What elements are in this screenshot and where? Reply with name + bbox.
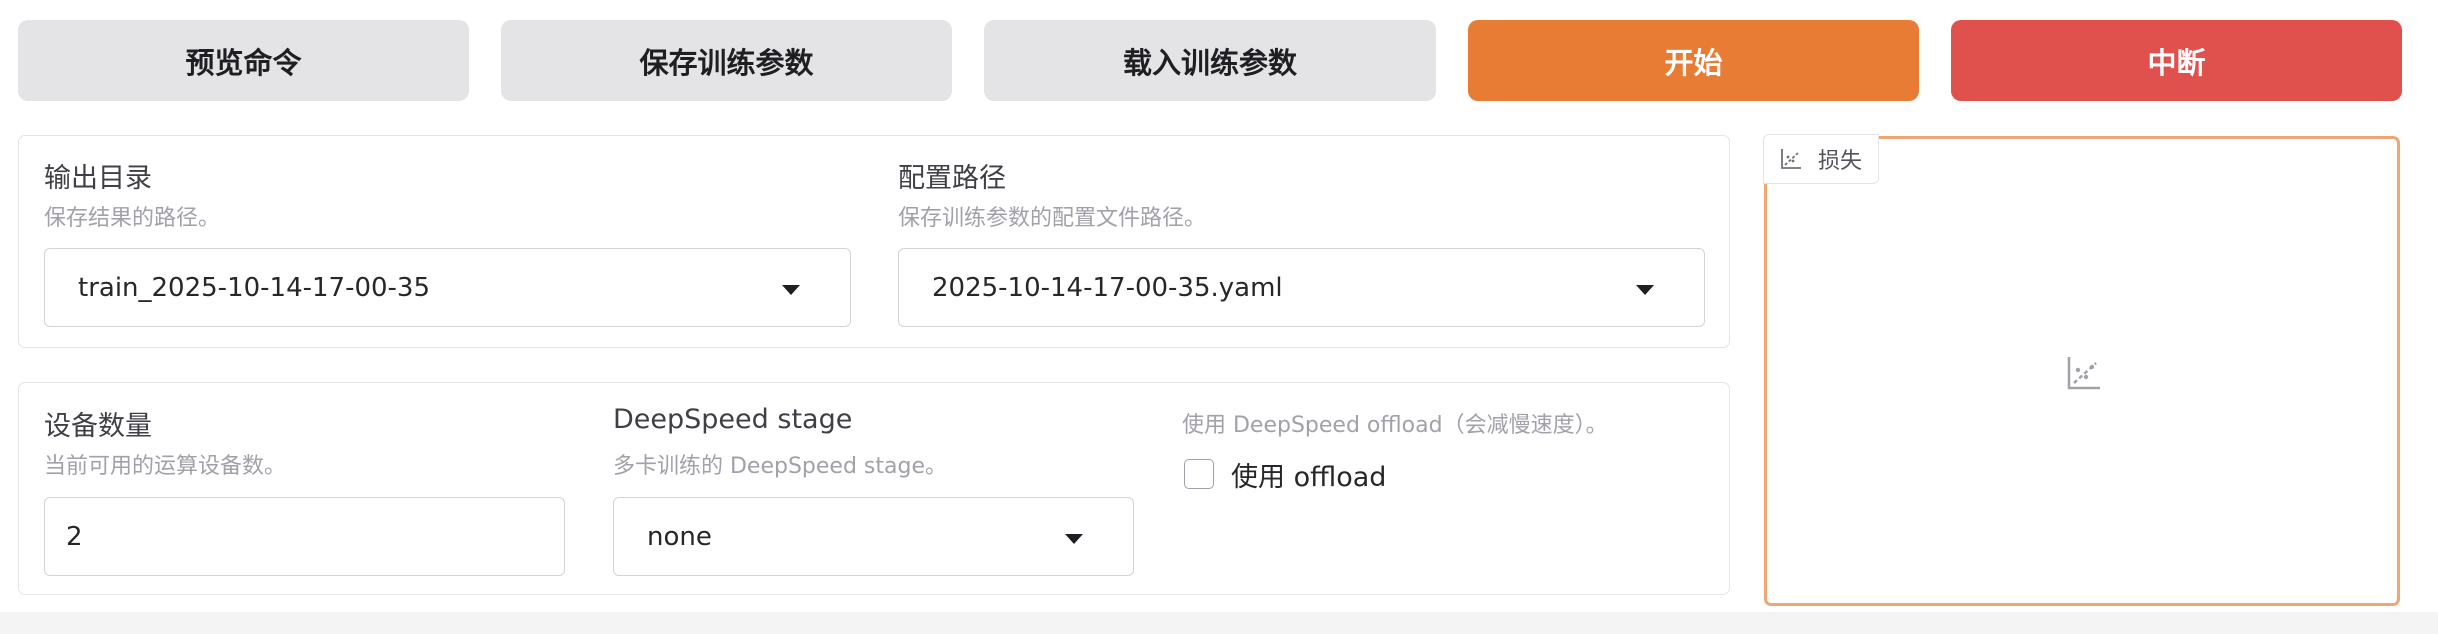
device-settings-panel: 设备数量 当前可用的运算设备数。 2 DeepSpeed stage 多卡训练的…	[18, 382, 1730, 595]
config-path-value: 2025-10-14-17-00-35.yaml	[932, 272, 1283, 303]
start-button[interactable]: 开始	[1468, 20, 1919, 101]
config-path-label: 配置路径	[898, 163, 1006, 194]
chevron-down-icon[interactable]	[1636, 284, 1654, 295]
bottom-strip	[0, 612, 2438, 634]
ds-offload-checkbox[interactable]	[1184, 459, 1214, 489]
output-dir-label: 输出目录	[44, 163, 152, 194]
device-count-info: 当前可用的运算设备数。	[44, 454, 287, 479]
output-settings-panel: 输出目录 保存结果的路径。 train_2025-10-14-17-00-35 …	[18, 135, 1730, 348]
chevron-down-icon[interactable]	[782, 284, 800, 295]
loss-plot-label: 损失	[1818, 149, 1863, 174]
stop-button[interactable]: 中断	[1951, 20, 2402, 101]
loss-plot	[1764, 136, 2400, 606]
ds-stage-dropdown[interactable]: none	[613, 497, 1134, 576]
output-dir-value: train_2025-10-14-17-00-35	[78, 272, 431, 303]
config-path-info: 保存训练参数的配置文件路径。	[898, 206, 1207, 231]
output-dir-dropdown[interactable]: train_2025-10-14-17-00-35	[44, 248, 851, 327]
ds-stage-label: DeepSpeed stage	[613, 404, 853, 435]
chart-icon	[1781, 149, 1801, 169]
save-args-button[interactable]: 保存训练参数	[501, 20, 952, 101]
load-args-button[interactable]: 载入训练参数	[984, 20, 1436, 101]
config-path-dropdown[interactable]: 2025-10-14-17-00-35.yaml	[898, 248, 1705, 327]
loss-plot-tag: 损失	[1763, 134, 1880, 184]
ds-stage-value: none	[647, 521, 712, 552]
output-dir-info: 保存结果的路径。	[44, 206, 221, 231]
ds-offload-info: 使用 DeepSpeed offload（会减慢速度）。	[1182, 413, 1608, 438]
chart-placeholder-icon	[2067, 357, 2100, 390]
preview-command-button[interactable]: 预览命令	[18, 20, 469, 101]
ds-offload-checkbox-label[interactable]: 使用 offload	[1231, 455, 1386, 494]
chevron-down-icon[interactable]	[1065, 533, 1083, 544]
device-count-label: 设备数量	[44, 411, 152, 442]
device-count-input[interactable]: 2	[44, 497, 565, 576]
device-count-value: 2	[66, 521, 83, 552]
ds-stage-info: 多卡训练的 DeepSpeed stage。	[613, 454, 947, 479]
